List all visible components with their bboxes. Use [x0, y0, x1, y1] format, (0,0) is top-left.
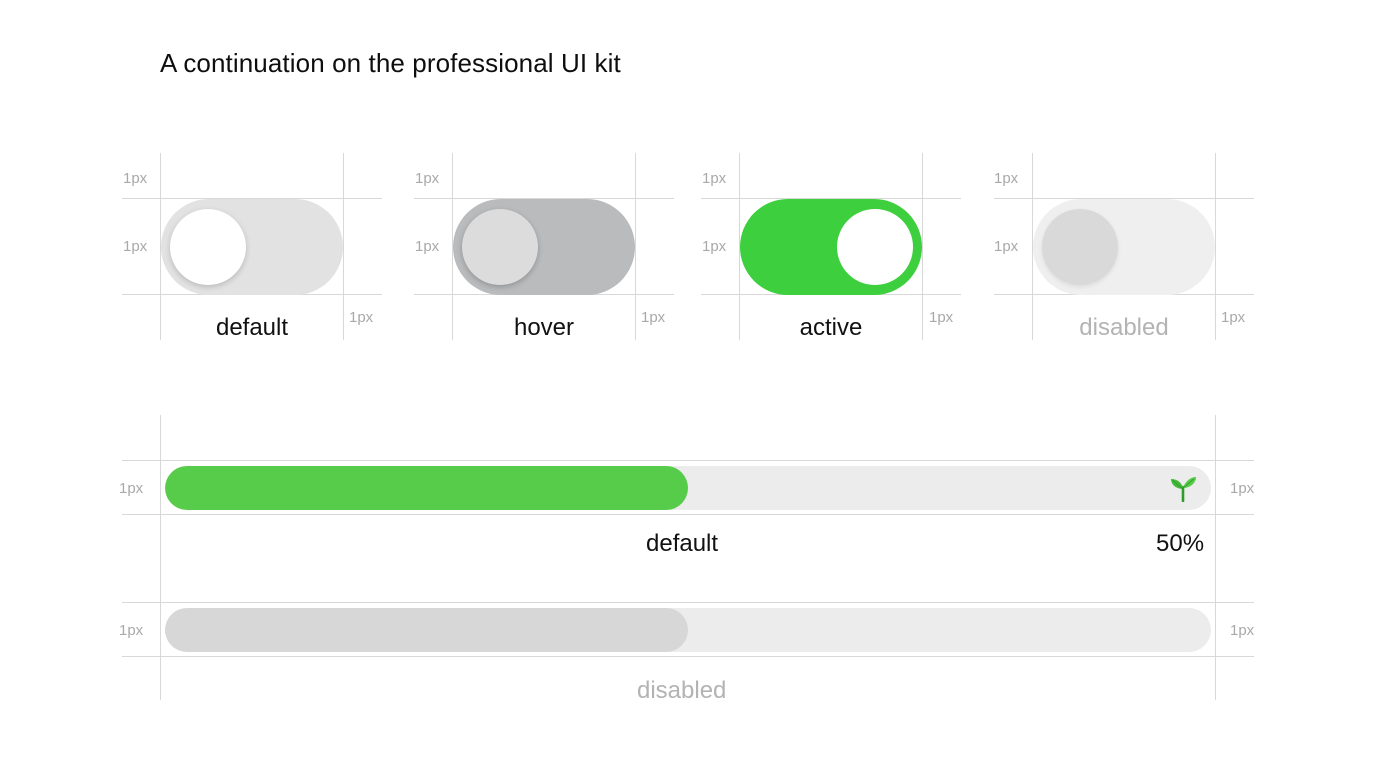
guide-line: [122, 460, 1254, 461]
toggle-disabled-label: disabled: [1079, 314, 1169, 341]
progress-disabled-label: disabled: [637, 677, 727, 704]
progress-default-label: default: [646, 530, 719, 557]
toggle-hover-label: hover: [513, 314, 575, 341]
spacing-note: 1px: [119, 622, 144, 639]
toggle-active[interactable]: [740, 199, 922, 295]
progress-value-text: 50%: [1156, 530, 1205, 557]
spacing-note: 1px: [994, 238, 1019, 255]
spacing-note: 1px: [1221, 309, 1246, 326]
spacing-note: 1px: [641, 309, 666, 326]
spacing-note: 1px: [1230, 622, 1255, 639]
spacing-note: 1px: [415, 238, 440, 255]
sprout-icon: [1171, 477, 1196, 502]
spacing-note: 1px: [415, 170, 440, 187]
guide-line: [343, 153, 344, 340]
toggle-knob: [462, 209, 538, 285]
guide-line: [922, 153, 923, 340]
progress-fill: [165, 466, 688, 510]
toggle-active-label: active: [799, 314, 863, 341]
guide-line: [122, 656, 1254, 657]
spacing-note: 1px: [1230, 480, 1255, 497]
progress-fill: [165, 608, 688, 652]
toggle-knob: [837, 209, 913, 285]
spacing-note: 1px: [119, 480, 144, 497]
guide-line: [122, 514, 1254, 515]
guide-line: [1215, 415, 1216, 700]
spacing-note: 1px: [702, 170, 727, 187]
guide-line: [122, 602, 1254, 603]
guide-line: [160, 415, 161, 700]
progress-bar-default: [165, 466, 1211, 510]
guide-line: [635, 153, 636, 340]
page-title: A continuation on the professional UI ki…: [160, 48, 621, 78]
spacing-note: 1px: [702, 238, 727, 255]
toggle-knob: [1042, 209, 1118, 285]
guide-line: [1215, 153, 1216, 340]
toggle-disabled: [1033, 199, 1215, 295]
progress-bar-disabled: [165, 608, 1211, 652]
spacing-note: 1px: [349, 309, 374, 326]
spacing-note: 1px: [929, 309, 954, 326]
spacing-note: 1px: [994, 170, 1019, 187]
toggle-knob: [170, 209, 246, 285]
spacing-note: 1px: [123, 238, 148, 255]
spacing-note: 1px: [123, 170, 148, 187]
toggle-default[interactable]: [161, 199, 343, 295]
toggle-default-label: default: [215, 314, 289, 341]
toggle-hover[interactable]: [453, 199, 635, 295]
